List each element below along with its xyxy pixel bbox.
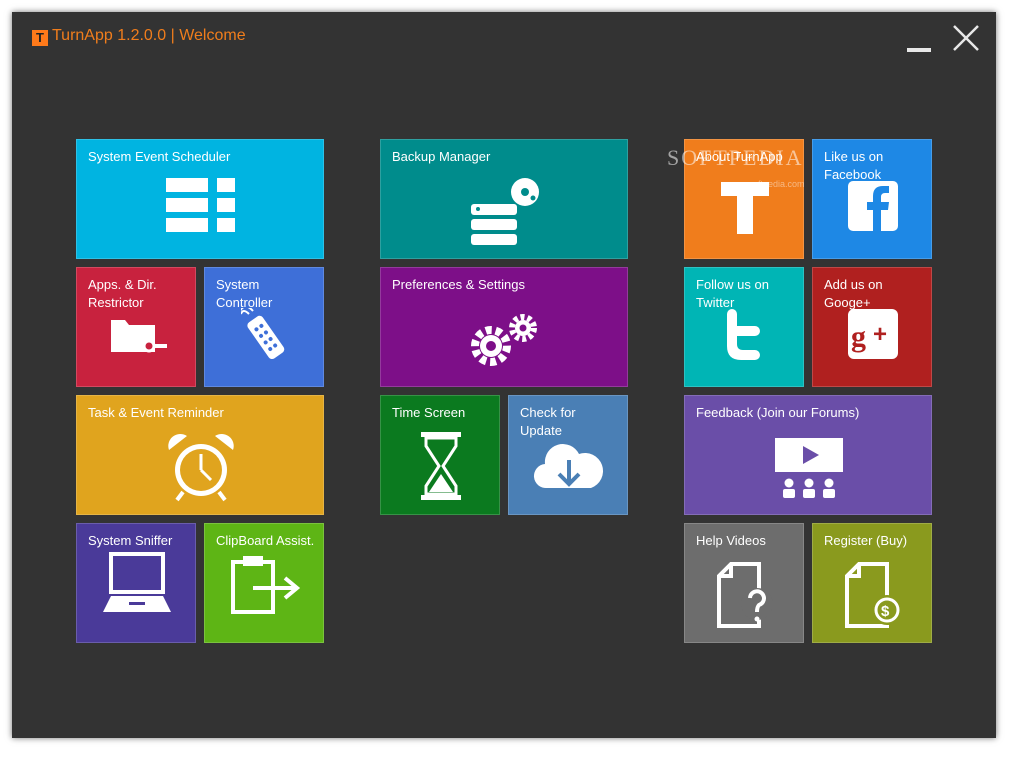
tile-system-controller[interactable]: System Controller: [204, 267, 324, 387]
list-icon: [166, 178, 235, 232]
watermark: SOFTPEDIA: [667, 145, 804, 170]
help-document-icon: [717, 562, 773, 628]
tile-twitter[interactable]: Follow us on Twitter: [684, 267, 804, 387]
tile-label: Time Screen: [392, 405, 466, 420]
tile-help-videos[interactable]: Help Videos: [684, 523, 804, 643]
tile-label: Like us on Facebook: [824, 149, 884, 182]
tile-label: Check for Update: [520, 405, 576, 438]
title-bar: T TurnApp 1.2.0.0 | Welcome: [12, 12, 996, 68]
tile-backup-manager[interactable]: Backup Manager: [380, 139, 628, 259]
tile-check-update[interactable]: Check for Update: [508, 395, 628, 515]
tile-label: System Event Scheduler: [88, 149, 231, 164]
watermark-url: www.softpedia.com: [727, 179, 805, 189]
clipboard-icon: [231, 556, 301, 614]
tile-preferences-settings[interactable]: Preferences & Settings: [380, 267, 628, 387]
tile-label: Register (Buy): [824, 533, 908, 548]
google-plus-icon: g +: [848, 309, 898, 359]
tile-task-event-reminder[interactable]: Task & Event Reminder: [76, 395, 324, 515]
tile-label: Help Videos: [696, 533, 766, 548]
tile-label: ClipBoard Assist.: [216, 533, 315, 548]
tile-label: Follow us on Twitter: [696, 277, 769, 310]
tile-time-screen[interactable]: Time Screen: [380, 395, 500, 515]
tile-clipboard-assist[interactable]: ClipBoard Assist.: [204, 523, 324, 643]
tile-system-sniffer[interactable]: System Sniffer: [76, 523, 196, 643]
svg-text:+: +: [873, 321, 887, 348]
tile-label: System Sniffer: [88, 533, 173, 548]
tile-label: System Controller: [216, 277, 273, 310]
tile-label: Apps. & Dir. Restrictor: [88, 277, 157, 310]
cloud-download-icon: [533, 444, 604, 489]
close-button[interactable]: [952, 24, 980, 52]
tile-label: Task & Event Reminder: [88, 405, 224, 420]
facebook-icon: [848, 181, 898, 231]
tile-facebook[interactable]: Like us on Facebook: [812, 139, 932, 259]
alarm-clock-icon: [168, 433, 234, 502]
folder-key-icon: [111, 320, 167, 353]
tile-system-event-scheduler[interactable]: System Event Scheduler: [76, 139, 324, 259]
remote-control-icon: [241, 308, 285, 360]
tile-google-plus[interactable]: Add us on Googe+ g +: [812, 267, 932, 387]
server-disk-icon: [471, 178, 539, 245]
main-window: T TurnApp 1.2.0.0 | Welcome System Event…: [12, 12, 996, 738]
hourglass-icon: [421, 432, 461, 500]
minimize-button[interactable]: [906, 32, 932, 52]
tile-apps-dir-restrictor[interactable]: Apps. & Dir. Restrictor: [76, 267, 196, 387]
window-title: TurnApp 1.2.0.0 | Welcome: [52, 27, 246, 44]
close-icon: [953, 25, 979, 51]
laptop-icon: [103, 552, 171, 612]
app-logo-icon: T: [32, 30, 48, 46]
svg-text:g: g: [851, 320, 866, 353]
tile-feedback[interactable]: Feedback (Join our Forums): [684, 395, 932, 515]
tile-label: Add us on Googe+: [824, 277, 883, 310]
tile-register-buy[interactable]: Register (Buy) $: [812, 523, 932, 643]
presentation-icon: [775, 438, 843, 498]
gears-icon: [471, 314, 537, 366]
svg-text:$: $: [881, 603, 890, 620]
tile-label: Backup Manager: [392, 149, 491, 164]
tile-label: Preferences & Settings: [392, 277, 525, 292]
purchase-document-icon: $: [845, 562, 902, 628]
tile-label: Feedback (Join our Forums): [696, 405, 860, 420]
twitter-icon: [727, 309, 760, 360]
